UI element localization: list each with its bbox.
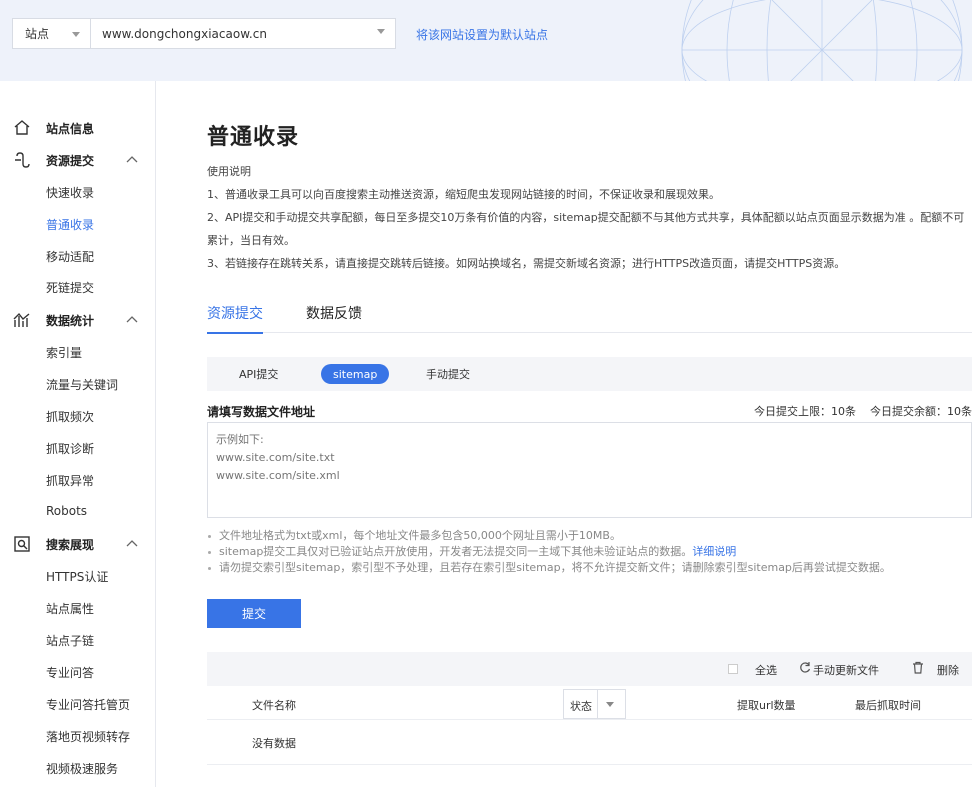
sidebar-item-pro-qa-hosted[interactable]: 专业问答托管页: [46, 696, 130, 713]
instruction-line: 累计，当日有效。: [207, 234, 295, 247]
sidebar-item-site-info[interactable]: 站点信息: [0, 117, 155, 139]
empty-text: 没有数据: [252, 737, 296, 750]
sidebar-item-traffic-keywords[interactable]: 流量与关键词: [46, 376, 118, 393]
submit-button[interactable]: 提交: [207, 599, 301, 628]
sidebar-item-video-speed[interactable]: 视频极速服务: [46, 760, 118, 777]
instruction-line: 1、普通收录工具可以向百度搜索主动推送资源，缩短爬虫发现网站链接的时间，不保证收…: [207, 188, 720, 201]
table-header: 文件名称 状态 提取url数量 最后抓取时间: [207, 686, 972, 720]
select-all-checkbox[interactable]: [728, 664, 738, 674]
instruction-line: 2、API提交和手动提交共享配额，每日至多提交10万条有价值的内容，sitema…: [207, 211, 965, 224]
status-label: 状态: [570, 700, 592, 713]
sidebar-item-normal-index[interactable]: 普通收录: [46, 216, 94, 233]
stats-icon: [13, 312, 30, 327]
delete-button[interactable]: 删除: [937, 662, 959, 678]
main-tabs: 资源提交 数据反馈: [207, 299, 972, 334]
refresh-icon[interactable]: [799, 661, 811, 674]
trash-icon[interactable]: [912, 661, 924, 674]
submit-method-tabs: API提交 sitemap 手动提交: [207, 357, 972, 391]
sidebar-item-index-volume[interactable]: 索引量: [46, 344, 82, 361]
site-selector: 站点 www.dongchongxiacaow.cn: [12, 18, 396, 49]
col-last-crawl: 最后抓取时间: [855, 699, 921, 712]
page-title: 普通收录: [207, 125, 300, 150]
notes-list: 文件地址格式为txt或xml，每个地址文件最多包含50,000个网址且需小于10…: [207, 528, 972, 576]
note-item: 文件地址格式为txt或xml，每个地址文件最多包含50,000个网址且需小于10…: [207, 528, 972, 544]
note-item: sitemap提交工具仅对已验证站点开放使用，开发者无法提交同一主域下其他未验证…: [207, 544, 972, 560]
resource-submit-icon: [15, 152, 30, 168]
chevron-up-icon: [126, 540, 138, 547]
table-empty-row: 没有数据: [207, 720, 972, 765]
table-toolbar: 全选 手动更新文件 删除: [207, 652, 972, 686]
subtab-manual[interactable]: 手动提交: [414, 364, 482, 384]
quota-remaining: 今日提交余额：10条: [870, 405, 972, 418]
sidebar-item-video-transfer[interactable]: 落地页视频转存: [46, 728, 130, 745]
globe-illustration: [681, 0, 963, 81]
note-item: 请勿提交索引型sitemap，索引型不予处理，且若存在索引型sitemap，将不…: [207, 560, 972, 576]
sidebar-item-crawl-errors[interactable]: 抓取异常: [46, 472, 94, 489]
sidebar-group-resource-submit[interactable]: 资源提交: [0, 149, 155, 171]
sidebar-item-crawl-frequency[interactable]: 抓取频次: [46, 408, 94, 425]
quota-limit: 今日提交上限：10条: [754, 405, 856, 418]
sitemap-url-textarea[interactable]: [207, 422, 972, 518]
instructions-heading: 使用说明: [207, 165, 251, 178]
sidebar-group-label: 搜索展现: [46, 537, 95, 552]
chevron-down-icon: [72, 32, 80, 37]
site-type-dropdown[interactable]: 站点: [13, 19, 91, 48]
subtab-api[interactable]: API提交: [227, 364, 290, 384]
sidebar-group-search-display[interactable]: 搜索展现: [0, 533, 155, 555]
chevron-up-icon: [126, 316, 138, 323]
note-text: 请勿提交索引型sitemap，索引型不予处理，且若存在索引型sitemap，将不…: [219, 561, 891, 574]
site-type-label: 站点: [25, 27, 50, 41]
site-url-label: www.dongchongxiacaow.cn: [102, 26, 267, 41]
select-all-label[interactable]: 全选: [755, 662, 777, 678]
col-url-count: 提取url数量: [737, 699, 796, 712]
sidebar-item-dead-link[interactable]: 死链提交: [46, 279, 94, 296]
top-bar: 站点 www.dongchongxiacaow.cn 将该网站设置为默认站点: [0, 0, 972, 81]
sidebar-group-label: 数据统计: [46, 313, 95, 328]
sidebar-group-label: 资源提交: [46, 153, 95, 168]
tab-data-feedback[interactable]: 数据反馈: [306, 303, 362, 332]
divider: [597, 690, 598, 718]
sidebar-item-https-auth[interactable]: HTTPS认证: [46, 568, 108, 585]
search-display-icon: [14, 536, 30, 552]
sidebar-item-site-sublinks[interactable]: 站点子链: [46, 632, 94, 649]
sidebar-item-mobile-adapt[interactable]: 移动适配: [46, 248, 94, 265]
home-icon: [14, 120, 30, 135]
sidebar-item-fast-index[interactable]: 快速收录: [46, 184, 94, 201]
col-filename: 文件名称: [252, 699, 296, 712]
sidebar-item-pro-qa[interactable]: 专业问答: [46, 664, 94, 681]
note-text: 文件地址格式为txt或xml，每个地址文件最多包含50,000个网址且需小于10…: [219, 529, 621, 542]
sidebar-item-site-properties[interactable]: 站点属性: [46, 600, 94, 617]
manual-update-button[interactable]: 手动更新文件: [813, 662, 879, 678]
field-label: 请填写数据文件地址: [207, 405, 316, 419]
chevron-down-icon: [606, 702, 614, 707]
instruction-line: 3、若链接存在跳转关系，请直接提交跳转后链接。如网站换域名，需提交新域名资源；进…: [207, 257, 846, 270]
sidebar-item-crawl-diagnosis[interactable]: 抓取诊断: [46, 440, 94, 457]
subtab-sitemap[interactable]: sitemap: [321, 364, 390, 384]
note-text: sitemap提交工具仅对已验证站点开放使用，开发者无法提交同一主域下其他未验证…: [219, 545, 693, 558]
details-link[interactable]: 详细说明: [692, 545, 736, 558]
sidebar-item-label: 站点信息: [46, 121, 95, 136]
set-default-site-link[interactable]: 将该网站设置为默认站点: [416, 26, 548, 43]
chevron-down-icon: [377, 29, 385, 34]
tab-resource-submit[interactable]: 资源提交: [207, 303, 263, 334]
chevron-up-icon: [126, 156, 138, 163]
status-filter-dropdown[interactable]: 状态: [563, 689, 626, 719]
sidebar-item-robots[interactable]: Robots: [46, 504, 87, 518]
sidebar-group-stats[interactable]: 数据统计: [0, 309, 155, 331]
sidebar: 站点信息 资源提交 快速收录 普通收录 移动适配 死链提交 数据统计 索引量 流…: [0, 81, 156, 787]
quota-info: 今日提交上限：10条 今日提交余额：10条: [754, 403, 972, 419]
site-url-dropdown[interactable]: www.dongchongxiacaow.cn: [91, 19, 395, 48]
